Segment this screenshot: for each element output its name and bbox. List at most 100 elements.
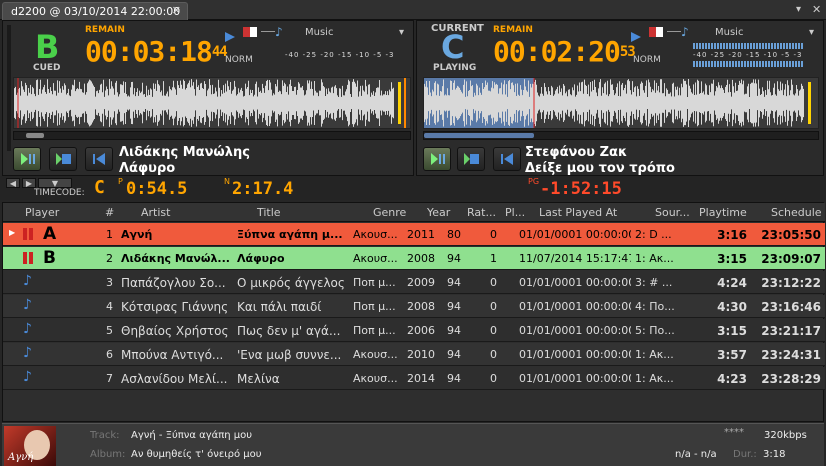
music-note-icon: ♪ — [23, 297, 32, 313]
column-header-sour[interactable]: Sour... — [655, 206, 690, 219]
table-row[interactable]: ♪ 7 Ασλανίδου Μελί... Μελίνα Ακουσ... 2014 94 0… — [3, 367, 825, 390]
play-direction-icon[interactable] — [225, 27, 235, 42]
cell-last: 01/01/0001 00:00:00 — [519, 276, 631, 289]
cell-last: 01/01/0001 00:00:00 — [519, 324, 631, 337]
music-note-icon: ♪ — [275, 25, 283, 39]
column-header-player[interactable]: Player — [25, 206, 59, 219]
tab-dropdown-icon[interactable]: ▾ — [796, 4, 801, 15]
deck-a-title: Λάφυρο — [119, 161, 176, 176]
eraser-icon[interactable] — [243, 27, 257, 37]
deck-b-waveform[interactable] — [423, 77, 819, 129]
deck-a: B CUED REMAIN 00:03:1844 ♪ Music ▾ NORM … — [2, 20, 414, 176]
cell-artist: Θηβαίος Χρήστος — [121, 324, 229, 338]
deck-a-remain-label: REMAIN — [85, 25, 125, 35]
cell-num: 6 — [106, 348, 113, 361]
cover-text: Αγνή — [8, 452, 34, 463]
timecode-n-label: N — [224, 177, 230, 186]
deck-b-previous-button[interactable] — [493, 147, 521, 171]
cell-genre: Ακουσ... — [353, 252, 398, 265]
album-cover: Αγνή — [4, 426, 56, 466]
deck-a-play-pause-button[interactable] — [13, 147, 41, 171]
table-row[interactable]: B 2 Λιδάκης Μανώλ... Λάφυρο Ακουσ... 2008 94 1 1… — [3, 247, 825, 270]
cell-year: 2014 — [407, 372, 435, 385]
cell-year: 2008 — [407, 300, 435, 313]
cell-rating: 94 — [447, 252, 461, 265]
deck-b-norm: NORM — [633, 55, 661, 65]
deck-a-previous-button[interactable] — [85, 147, 113, 171]
cell-last: 01/01/0001 00:00:00 — [519, 372, 631, 385]
table-row[interactable]: ♪ 4 Κότσιρας Γιάννης Και πάλι παιδί Ποπ μ...… — [3, 295, 825, 318]
cell-playtime: 3:16 — [717, 228, 747, 242]
column-header-pl[interactable]: Pl... — [505, 206, 525, 219]
table-row[interactable]: ▶ A 1 Αγνή Ξύπνα αγάπη μ... Ακουσ... 2011 80 0 01… — [3, 223, 825, 246]
column-header-playtime[interactable]: Playtime — [699, 206, 747, 219]
cell-rating: 94 — [447, 372, 461, 385]
deck-a-scrollbar[interactable] — [13, 131, 411, 140]
window-close-icon[interactable]: ✕ — [812, 3, 821, 16]
deck-a-meter-scale: -40 -25 -20 -15 -10 -5 -3 — [285, 51, 395, 59]
deck-a-music-select[interactable]: Music — [305, 27, 333, 38]
cell-title: Και πάλι παιδί — [237, 300, 322, 314]
table-row[interactable]: ♪ 3 Παπάζογλου Σο... Ο μικρός άγγελος Ποπ μ.… — [3, 271, 825, 294]
deck-a-scroll-thumb[interactable] — [26, 133, 44, 138]
deck-b-music-select[interactable]: Music — [715, 27, 743, 38]
column-header-year[interactable]: Year — [427, 206, 450, 219]
cell-last: 01/01/0001 00:00:00 — [519, 228, 631, 241]
nav-left-icon[interactable]: ◀ — [6, 178, 20, 188]
cell-title: Μελίνα — [237, 372, 280, 386]
table-row[interactable]: ♪ 5 Θηβαίος Χρήστος Πως δεν μ' αγά... Ποπ μ.… — [3, 319, 825, 342]
deck-b-scroll-thumb[interactable] — [424, 133, 534, 138]
footer-track-label: Track: — [90, 430, 120, 441]
table-row[interactable]: ♪ 6 Μπούνα Αντιγό... 'Ενα μωβ συννε... Ακουσ… — [3, 343, 825, 366]
cell-num: 5 — [106, 324, 113, 337]
column-header-#[interactable]: # — [105, 206, 114, 219]
playlist-grid: Player # Artist Title Genre Year Rat... Pl... La… — [2, 202, 825, 422]
footer-dur-label: Dur.: — [733, 449, 757, 460]
column-header-genre[interactable]: Genre — [373, 206, 406, 219]
deck-b-music-dropdown-icon[interactable]: ▾ — [809, 27, 814, 38]
cell-rating: 80 — [447, 228, 461, 241]
cell-source: 2: D ... — [635, 228, 672, 241]
deck-b-state: PLAYING — [433, 63, 477, 73]
column-header-rat[interactable]: Rat... — [467, 206, 496, 219]
cell-source: 5: Πο... — [635, 324, 675, 337]
arrow-line — [667, 31, 681, 32]
nav-right-icon[interactable]: ▶ — [22, 178, 36, 188]
cell-schedule: 23:05:50 — [761, 228, 821, 242]
cell-genre: Ακουσ... — [353, 372, 398, 385]
cell-plays: 0 — [490, 324, 497, 337]
deck-b-play-pause-button[interactable] — [423, 147, 451, 171]
deck-a-stop-button[interactable] — [49, 147, 77, 171]
cell-last: 01/01/0001 00:00:00 — [519, 348, 631, 361]
timecode-pg-value: -1:52:15 — [540, 179, 622, 199]
cell-schedule: 23:12:22 — [761, 276, 821, 290]
music-note-icon: ♪ — [23, 369, 32, 385]
cell-title: Ξύπνα αγάπη μ... — [237, 228, 343, 241]
play-direction-icon[interactable] — [631, 27, 641, 42]
deck-b-stop-button[interactable] — [457, 147, 485, 171]
pause-icon[interactable] — [23, 251, 35, 268]
tab-close-icon[interactable]: ✕ — [172, 4, 181, 17]
column-header-title[interactable]: Title — [257, 206, 281, 219]
tab-bar: d2200 @ 03/10/2014 22:00:00 ✕ ▾ ✕ — [0, 0, 826, 20]
cell-plays: 0 — [490, 372, 497, 385]
column-header-artist[interactable]: Artist — [141, 206, 170, 219]
pause-icon[interactable] — [23, 227, 35, 244]
column-header-schedule[interactable]: Schedule — [771, 206, 822, 219]
cell-num: 2 — [106, 252, 113, 265]
tab-playlist[interactable]: d2200 @ 03/10/2014 22:00:00 ✕ — [2, 2, 188, 20]
deck-a-waveform[interactable] — [13, 77, 411, 129]
timecode-bar: ◀ ▶ ▼ TIMECODE: C P 0:54.5 N 2:17.4 PG -… — [0, 176, 826, 200]
cell-playtime: 3:57 — [717, 348, 747, 362]
deck-a-music-dropdown-icon[interactable]: ▾ — [399, 27, 404, 38]
cell-artist: Κότσιρας Γιάννης — [121, 300, 229, 314]
deck-a-left-rail — [7, 25, 11, 151]
eraser-icon[interactable] — [649, 27, 663, 37]
grid-header: Player # Artist Title Genre Year Rat... Pl... La… — [3, 203, 825, 222]
column-header-last-played-at[interactable]: Last Played At — [539, 206, 617, 219]
app-window: d2200 @ 03/10/2014 22:00:00 ✕ ▾ ✕ B CUED… — [0, 0, 826, 466]
eject-icon[interactable]: ▼ — [38, 178, 72, 188]
cell-artist: Ασλανίδου Μελί... — [121, 372, 228, 386]
timecode-n-value: 2:17.4 — [232, 179, 294, 199]
deck-b-scrollbar[interactable] — [423, 131, 819, 140]
